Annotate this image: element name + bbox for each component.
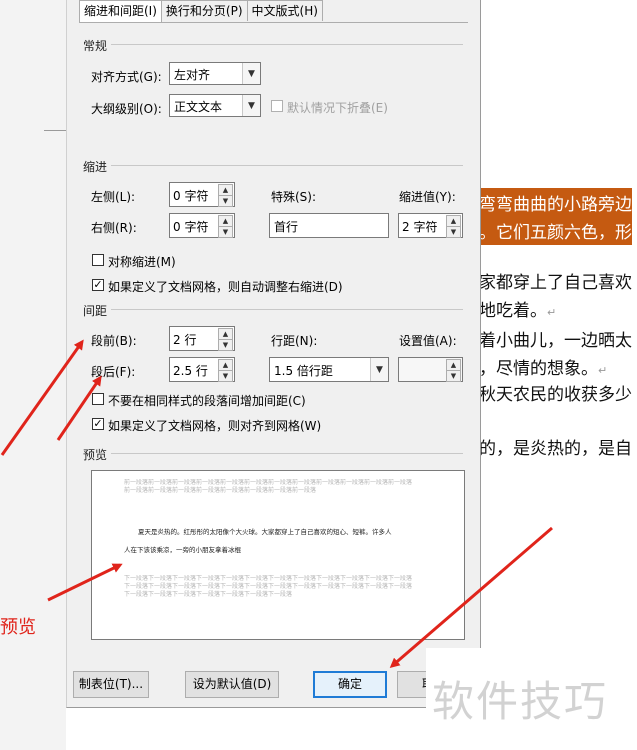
arrow-to-preview <box>47 563 123 602</box>
arrow-to-space-after <box>56 375 102 441</box>
watermark-text: 软件技巧 <box>432 677 609 726</box>
arrow-to-ok-button <box>389 526 553 668</box>
annotation-arrows <box>0 339 553 668</box>
annotation-preview-label: 预览 <box>0 617 36 638</box>
arrow-to-space-before <box>0 339 84 456</box>
